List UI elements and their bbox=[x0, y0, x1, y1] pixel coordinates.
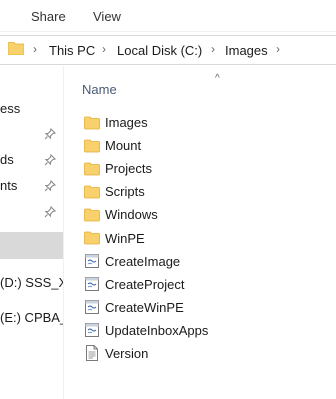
file-name: Windows bbox=[105, 207, 158, 223]
nav-item-documents[interactable]: nts bbox=[0, 178, 17, 193]
file-row[interactable]: Projects bbox=[84, 157, 324, 180]
file-name: WinPE bbox=[105, 230, 145, 246]
file-name: Mount bbox=[105, 138, 142, 154]
chevron-right-icon[interactable]: › bbox=[33, 42, 37, 56]
folder-icon bbox=[84, 115, 105, 131]
nav-item-selected[interactable] bbox=[0, 232, 63, 259]
file-row[interactable]: Mount bbox=[84, 134, 324, 157]
folder-icon bbox=[8, 42, 24, 55]
file-name: UpdateInboxApps bbox=[105, 322, 209, 338]
file-row[interactable]: Scripts bbox=[84, 180, 324, 203]
file-list: Images Mount Projects Scripts Windows WinPE Cr… bbox=[84, 111, 324, 365]
file-row[interactable]: Version bbox=[84, 342, 324, 365]
breadcrumb-local-disk[interactable]: Local Disk (C:) bbox=[117, 43, 202, 58]
file-row[interactable]: UpdateInboxApps bbox=[84, 319, 324, 342]
navigation-pane: ess ds nts (D:) SSS_X6 (E:) CPBA_ bbox=[0, 66, 64, 399]
folder-icon bbox=[84, 230, 105, 246]
script-file-icon bbox=[84, 276, 105, 292]
file-name: CreateImage bbox=[105, 253, 181, 269]
ribbon: Share View bbox=[0, 0, 336, 32]
script-file-icon bbox=[84, 253, 105, 269]
pin-icon[interactable] bbox=[44, 128, 56, 140]
file-name: Images bbox=[105, 115, 148, 131]
column-header-name[interactable]: Name bbox=[82, 82, 117, 97]
file-row[interactable]: CreateProject bbox=[84, 273, 324, 296]
folder-icon bbox=[84, 184, 105, 200]
folder-icon bbox=[84, 161, 105, 177]
file-name: CreateWinPE bbox=[105, 299, 184, 315]
file-row[interactable]: Windows bbox=[84, 203, 324, 226]
chevron-right-icon[interactable]: › bbox=[102, 42, 106, 56]
script-file-icon bbox=[84, 299, 105, 315]
nav-item-drive-d[interactable]: (D:) SSS_X6 bbox=[0, 275, 63, 290]
file-row[interactable]: Images bbox=[84, 111, 324, 134]
file-list-pane: ^ Name Images Mount Projects Scripts Windows… bbox=[64, 66, 336, 399]
file-name: Projects bbox=[105, 161, 152, 177]
file-row[interactable]: WinPE bbox=[84, 226, 324, 249]
nav-item-downloads[interactable]: ds bbox=[0, 152, 14, 167]
sort-ascending-icon: ^ bbox=[215, 73, 220, 84]
file-name: Version bbox=[105, 345, 149, 361]
file-name: CreateProject bbox=[105, 276, 185, 292]
nav-item-quick-access[interactable]: ess bbox=[0, 101, 20, 116]
file-row[interactable]: CreateWinPE bbox=[84, 296, 324, 319]
breadcrumb-this-pc[interactable]: This PC bbox=[49, 43, 95, 58]
chevron-right-icon[interactable]: › bbox=[211, 42, 215, 56]
pin-icon[interactable] bbox=[44, 154, 56, 166]
nav-item-drive-e[interactable]: (E:) CPBA_ bbox=[0, 310, 63, 325]
breadcrumb-images[interactable]: Images bbox=[225, 43, 268, 58]
file-name: Scripts bbox=[105, 184, 145, 200]
file-row[interactable]: CreateImage bbox=[84, 250, 324, 273]
text-file-icon bbox=[84, 345, 105, 362]
chevron-right-icon[interactable]: › bbox=[276, 42, 280, 56]
folder-icon bbox=[84, 138, 105, 154]
ribbon-tab-view[interactable]: View bbox=[93, 9, 121, 24]
ribbon-tab-share[interactable]: Share bbox=[31, 9, 66, 24]
pin-icon[interactable] bbox=[44, 206, 56, 218]
script-file-icon bbox=[84, 322, 105, 338]
pin-icon[interactable] bbox=[44, 180, 56, 192]
address-bar[interactable]: › This PC › Local Disk (C:) › Images › bbox=[0, 35, 336, 65]
folder-icon bbox=[84, 207, 105, 223]
